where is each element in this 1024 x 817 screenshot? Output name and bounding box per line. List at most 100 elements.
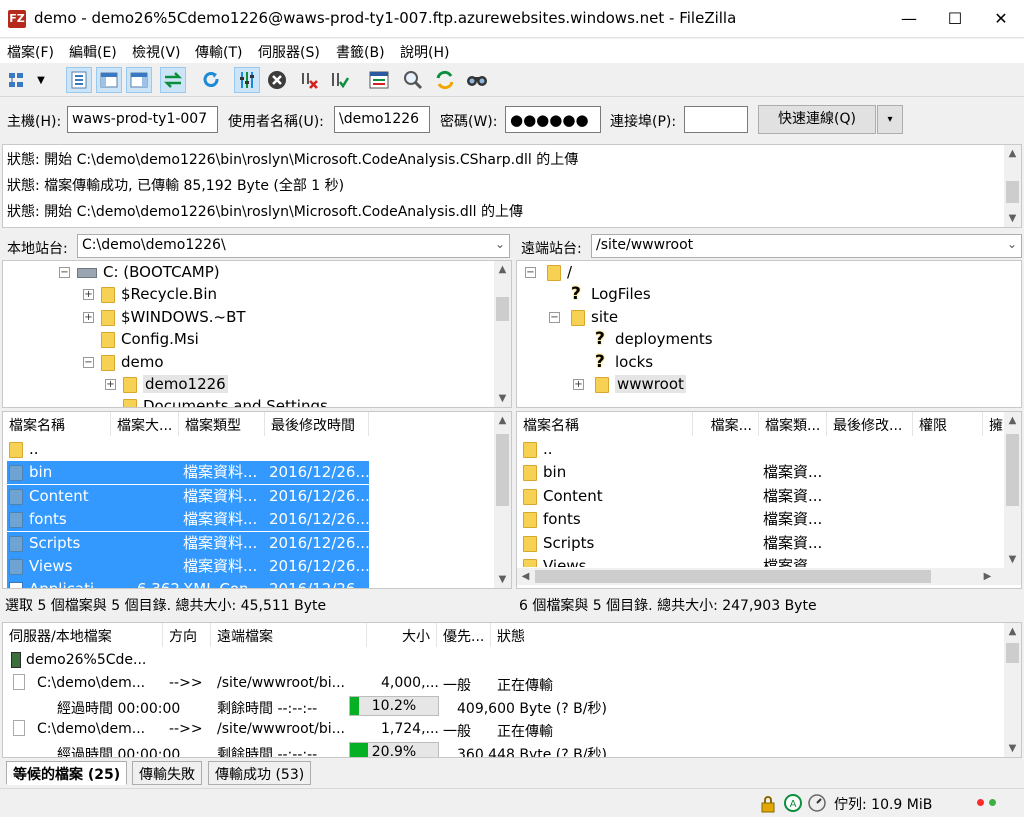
file-row[interactable]: .. [521, 438, 981, 461]
quickconnect-button[interactable]: 快速連線(Q) [758, 105, 876, 134]
tree-node-drive[interactable]: − C: (BOOTCAMP) [59, 261, 220, 283]
scroll-up-icon[interactable]: ▲ [494, 261, 511, 278]
expand-icon[interactable]: + [573, 379, 584, 390]
column-header-type[interactable]: 檔案類型 [179, 412, 265, 436]
expand-icon[interactable]: + [83, 289, 94, 300]
tree-node[interactable]: ? deployments [573, 328, 713, 350]
menu-bookmarks[interactable]: 書籤(B) [336, 42, 385, 62]
menu-view[interactable]: 檢視(V) [132, 42, 181, 62]
process-queue-icon[interactable] [234, 67, 260, 93]
port-input[interactable] [684, 106, 748, 133]
toggle-remote-tree-icon[interactable] [126, 67, 152, 93]
file-row[interactable]: bin 檔案資料... 2016/12/26... [7, 461, 370, 484]
site-manager-icon[interactable] [6, 67, 32, 93]
tree-node-wwwroot[interactable]: + wwwroot [573, 373, 686, 395]
collapse-icon[interactable]: − [549, 312, 560, 323]
close-button[interactable]: ✕ [978, 0, 1024, 38]
scroll-down-icon[interactable]: ▼ [494, 390, 511, 407]
scroll-up-icon[interactable]: ▲ [1004, 145, 1021, 162]
expand-icon[interactable]: + [83, 312, 94, 323]
synchronized-browsing-icon[interactable] [432, 67, 458, 93]
tree-node[interactable]: − site [549, 306, 618, 328]
scroll-down-icon[interactable]: ▼ [1004, 210, 1021, 227]
scroll-up-icon[interactable]: ▲ [1004, 412, 1021, 429]
menu-server[interactable]: 伺服器(S) [258, 42, 320, 62]
expand-icon[interactable]: + [105, 379, 116, 390]
scroll-thumb[interactable] [535, 570, 931, 583]
column-header-server-local[interactable]: 伺服器/本地檔案 [3, 623, 163, 647]
file-row[interactable]: bin 檔案資... [521, 461, 981, 484]
local-tree-scrollbar[interactable]: ▲ ▼ [494, 261, 511, 407]
queue-scrollbar[interactable]: ▲ ▼ [1004, 623, 1021, 757]
file-row[interactable]: Content 檔案資... [521, 485, 981, 508]
quickconnect-dropdown-icon[interactable]: ▾ [877, 105, 903, 134]
toggle-local-tree-icon[interactable] [96, 67, 122, 93]
speed-limit-icon[interactable]: A [784, 794, 802, 816]
tree-node[interactable]: ? locks [573, 351, 653, 373]
username-input[interactable]: \demo1226 [334, 106, 430, 133]
column-header-modified[interactable]: 最後修改時間 [265, 412, 369, 436]
column-header-modified[interactable]: 最後修改... [827, 412, 913, 436]
minimize-button[interactable]: — [886, 0, 932, 38]
scroll-thumb[interactable] [1006, 434, 1019, 506]
menu-edit[interactable]: 編輯(E) [69, 42, 117, 62]
site-manager-dropdown-icon[interactable]: ▼ [32, 67, 50, 93]
menu-transfer[interactable]: 傳輸(T) [195, 42, 242, 62]
collapse-icon[interactable]: − [525, 267, 536, 278]
file-row[interactable]: Views 檔案資... [521, 555, 981, 567]
column-header-type[interactable]: 檔案類... [759, 412, 827, 436]
host-input[interactable]: waws-prod-ty1-007 [67, 106, 218, 133]
cancel-operation-icon[interactable] [264, 67, 290, 93]
scroll-up-icon[interactable]: ▲ [494, 412, 511, 429]
file-row[interactable]: .. [7, 438, 369, 461]
scroll-down-icon[interactable]: ▼ [1004, 740, 1021, 757]
scroll-thumb[interactable] [496, 434, 509, 506]
column-header-direction[interactable]: 方向 [163, 623, 211, 647]
disconnect-icon[interactable] [296, 67, 322, 93]
column-header-status[interactable]: 狀態 [491, 623, 1005, 647]
gauge-icon[interactable] [808, 794, 826, 816]
tree-node-root[interactable]: − / [525, 261, 572, 283]
local-files-scrollbar[interactable]: ▲ ▼ [494, 412, 511, 588]
file-row[interactable]: Views 檔案資料... 2016/12/26... [7, 555, 370, 578]
remote-files-scrollbar[interactable]: ▲ ▼ [1004, 412, 1021, 568]
tab-successful-transfers[interactable]: 傳輸成功 (53) [208, 761, 312, 785]
tree-node-demo1226[interactable]: + demo1226 [105, 373, 228, 395]
refresh-icon[interactable] [198, 67, 224, 93]
scroll-thumb[interactable] [1006, 643, 1019, 663]
file-row[interactable]: Scripts 檔案資... [521, 532, 981, 555]
tree-node[interactable]: Config.Msi [83, 328, 199, 350]
tree-node[interactable]: + $WINDOWS.~BT [83, 306, 246, 328]
scroll-right-icon[interactable]: ▶ [979, 568, 996, 585]
scroll-up-icon[interactable]: ▲ [1004, 623, 1021, 640]
toggle-message-log-icon[interactable] [66, 67, 92, 93]
directory-filter-icon[interactable] [366, 67, 392, 93]
compare-directories-icon[interactable] [400, 67, 426, 93]
file-row[interactable]: Applicati... 6,362 XML Con... 2016/12/26… [7, 578, 370, 588]
local-path-combo[interactable]: C:\demo\demo1226\ ⌄ [77, 234, 510, 258]
column-header-filename[interactable]: 檔案名稱 [3, 412, 111, 436]
tab-failed-transfers[interactable]: 傳輸失敗 [132, 761, 202, 785]
maximize-button[interactable]: ☐ [932, 0, 978, 38]
column-header-size[interactable]: 檔案大... [111, 412, 179, 436]
tab-queued-files[interactable]: 等候的檔案 (25) [6, 761, 128, 785]
scroll-down-icon[interactable]: ▼ [494, 571, 511, 588]
menu-help[interactable]: 說明(H) [400, 42, 449, 62]
scroll-down-icon[interactable]: ▼ [1004, 551, 1021, 568]
queue-server-row[interactable]: demo26%5Cde... [11, 652, 146, 668]
remote-path-combo[interactable]: /site/wwwroot ⌄ [591, 234, 1022, 258]
toggle-transfer-queue-icon[interactable] [160, 67, 186, 93]
search-remote-files-icon[interactable] [464, 67, 490, 93]
column-header-remote-file[interactable]: 遠端檔案 [211, 623, 367, 647]
file-row[interactable]: Content 檔案資料... 2016/12/26... [7, 485, 370, 508]
column-header-priority[interactable]: 優先... [437, 623, 491, 647]
tree-node[interactable]: − demo [83, 351, 164, 373]
tree-node[interactable]: Documents and Settings [105, 395, 328, 407]
file-row[interactable]: fonts 檔案資料... 2016/12/26... [7, 508, 370, 531]
remote-files-hscrollbar[interactable]: ◀ ▶ [517, 568, 1021, 585]
chevron-down-icon[interactable]: ⌄ [1007, 237, 1017, 251]
file-row[interactable]: fonts 檔案資... [521, 508, 981, 531]
column-header-filename[interactable]: 檔案名稱 [517, 412, 693, 436]
column-header-permissions[interactable]: 權限 [913, 412, 983, 436]
scroll-thumb[interactable] [1006, 181, 1019, 203]
